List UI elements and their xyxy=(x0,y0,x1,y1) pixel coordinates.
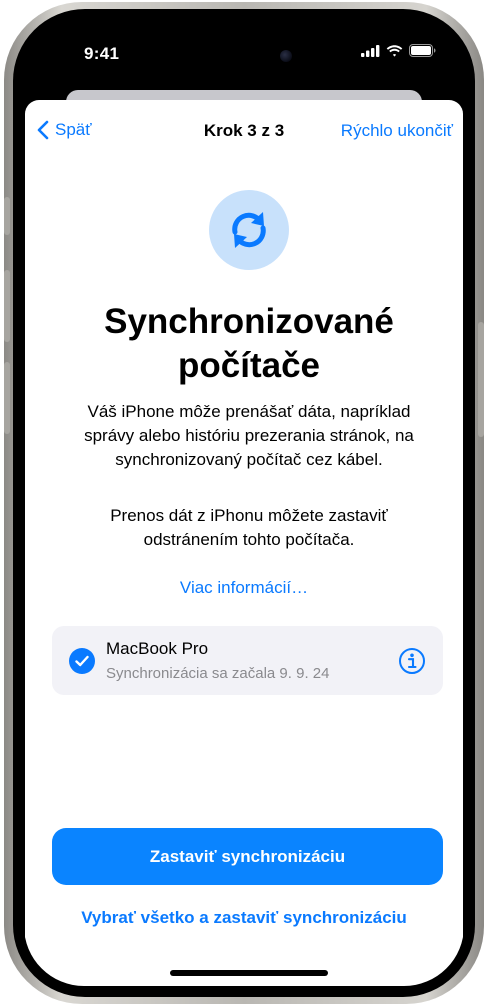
select-all-stop-sync-button[interactable]: Vybrať všetko a zastaviť synchronizáciu xyxy=(25,908,463,928)
action-button xyxy=(4,197,10,235)
phone-frame: 9:41 Späť Krok 3 z 3 Rýchlo ukončiť Sync… xyxy=(4,2,484,1004)
page-title: Synchronizované počítače xyxy=(104,302,394,385)
description-text: Váš iPhone môže prenášať dáta, napríklad… xyxy=(84,402,414,469)
cellular-signal-icon xyxy=(361,44,380,57)
stop-sync-button[interactable]: Zastaviť synchronizáciu xyxy=(52,828,443,885)
sync-started-date: Synchronizácia sa začala 9. 9. 24 xyxy=(106,665,330,682)
volume-down-button xyxy=(4,362,10,434)
checkmark-icon[interactable] xyxy=(69,648,95,674)
info-icon[interactable] xyxy=(398,647,426,675)
side-button xyxy=(478,322,484,437)
dynamic-island xyxy=(184,38,306,74)
battery-icon xyxy=(409,44,436,57)
front-camera-icon xyxy=(280,50,292,62)
status-icons xyxy=(361,44,436,57)
wifi-icon xyxy=(386,44,403,57)
back-label: Späť xyxy=(55,120,92,139)
back-button[interactable]: Späť xyxy=(37,120,92,140)
computer-name: MacBook Pro xyxy=(106,639,209,658)
status-time: 9:41 xyxy=(84,44,120,63)
quick-exit-button[interactable]: Rýchlo ukončiť xyxy=(341,121,453,141)
chevron-left-icon xyxy=(37,120,49,140)
screen: 9:41 Späť Krok 3 z 3 Rýchlo ukončiť Sync… xyxy=(24,20,464,986)
sync-arrows-icon xyxy=(209,190,289,270)
status-bar: 9:41 xyxy=(24,20,464,90)
sync-sheet: Späť Krok 3 z 3 Rýchlo ukončiť Synchroni… xyxy=(25,100,463,986)
volume-up-button xyxy=(4,270,10,342)
home-indicator xyxy=(170,970,328,976)
stop-transfer-text: Prenos dát z iPhonu môžete zastaviť odst… xyxy=(110,506,388,549)
computer-list-item[interactable]: MacBook Pro Synchronizácia sa začala 9. … xyxy=(52,626,443,695)
more-info-link[interactable]: Viac informácií… xyxy=(25,578,463,598)
